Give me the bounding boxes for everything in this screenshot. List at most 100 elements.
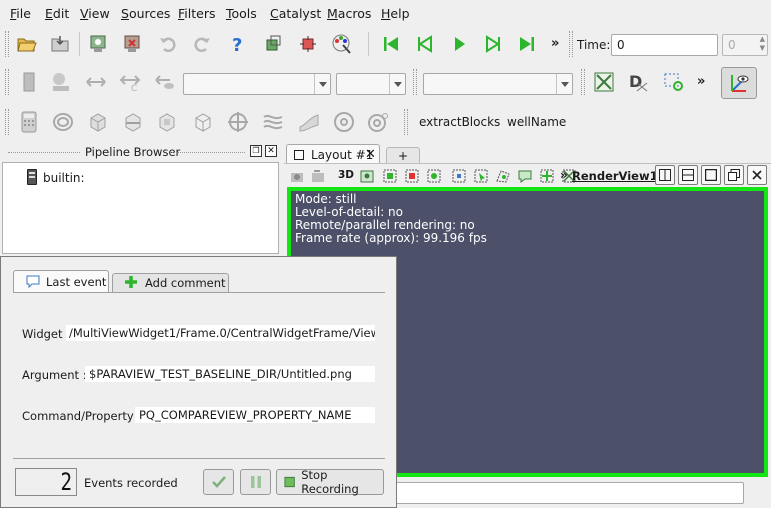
save-file-icon[interactable]: [50, 33, 72, 55]
reset-camera-icon[interactable]: [262, 33, 284, 55]
split-horizontal-icon[interactable]: [655, 165, 675, 185]
edit-color-map-icon[interactable]: [50, 71, 72, 93]
spin-up-icon[interactable]: ▲: [760, 35, 765, 43]
redo-icon[interactable]: [191, 33, 213, 55]
extract-subset-icon[interactable]: [192, 111, 214, 133]
spin-down-icon[interactable]: ▼: [760, 44, 765, 52]
play-icon[interactable]: [448, 33, 470, 55]
grow-selection-icon[interactable]: [516, 165, 534, 187]
stop-icon: [284, 476, 295, 488]
menu-view[interactable]: View: [80, 6, 110, 21]
capture-screenshot-icon[interactable]: [288, 165, 306, 187]
disconnect-icon[interactable]: [121, 33, 143, 55]
view-3d-toggle[interactable]: 3D: [338, 169, 354, 181]
menu-edit[interactable]: Edit: [45, 6, 69, 21]
view-toolbar-overflow[interactable]: »: [560, 168, 568, 182]
pause-button[interactable]: [240, 469, 271, 495]
toolbar-grip[interactable]: [581, 69, 585, 95]
menu-macros[interactable]: Macros: [327, 6, 371, 21]
toolbar-overflow-button[interactable]: »: [697, 74, 705, 89]
select-points-icon[interactable]: [297, 33, 319, 55]
toolbar-overflow-button[interactable]: »: [551, 36, 559, 51]
camera-link-icon[interactable]: [358, 165, 376, 187]
toolbar-grip[interactable]: [569, 31, 573, 57]
open-file-icon[interactable]: [16, 33, 38, 55]
first-frame-icon[interactable]: [380, 33, 402, 55]
contour-icon[interactable]: [52, 111, 74, 133]
tab-add-comment-label: Add comment: [145, 276, 226, 290]
split-vertical-icon[interactable]: [678, 165, 698, 185]
stream-tracer-icon[interactable]: [262, 111, 284, 133]
render-view-name[interactable]: RenderView1: [572, 169, 658, 183]
rescale-range-icon[interactable]: [85, 71, 107, 93]
close-view-icon[interactable]: [747, 165, 767, 185]
python-shell-input[interactable]: [395, 482, 744, 504]
macro-well-name[interactable]: wellName: [507, 115, 566, 129]
previous-frame-icon[interactable]: [414, 33, 436, 55]
float-dock-icon[interactable]: ❐: [250, 145, 262, 157]
layout-icon: [294, 150, 304, 160]
menu-help[interactable]: Help: [381, 6, 410, 21]
toolbar-grip[interactable]: [413, 69, 417, 95]
warp-by-vector-icon[interactable]: [298, 111, 320, 133]
toolbar-grip[interactable]: [404, 109, 408, 135]
menu-file[interactable]: File: [10, 6, 31, 21]
time-input[interactable]: 0: [611, 34, 718, 56]
extract-level-icon[interactable]: [367, 111, 389, 133]
macro-extract-blocks[interactable]: extractBlocks: [419, 115, 500, 129]
tab-add-comment[interactable]: Add comment: [112, 273, 229, 292]
select-polygon-icon[interactable]: [494, 165, 512, 187]
group-datasets-icon[interactable]: [333, 111, 355, 133]
maximize-view-icon[interactable]: [701, 165, 721, 185]
menu-filters[interactable]: Filters: [178, 6, 215, 21]
menu-catalyst[interactable]: Catalyst: [270, 6, 321, 21]
dock-title-grip: [170, 152, 245, 153]
zoom-box-icon[interactable]: [663, 71, 685, 93]
orientation-axes-icon: [731, 75, 749, 92]
help-icon[interactable]: ?: [227, 33, 249, 55]
pipeline-browser-tree[interactable]: builtin:: [2, 162, 279, 254]
undo-camera-icon[interactable]: [309, 165, 327, 187]
toggle-visibility-icon[interactable]: [18, 71, 40, 93]
zoom-to-data-icon[interactable]: [593, 71, 615, 93]
rescale-custom-range-icon[interactable]: C: [119, 71, 141, 93]
slice-icon[interactable]: [122, 111, 144, 133]
threshold-icon[interactable]: [156, 111, 178, 133]
plus-icon: [125, 276, 137, 288]
select-block-icon[interactable]: [450, 165, 468, 187]
connect-icon[interactable]: [87, 33, 109, 55]
zoom-closest-icon[interactable]: D: [627, 71, 649, 93]
toolbar-grip[interactable]: [5, 109, 9, 135]
pipeline-root-item[interactable]: builtin:: [43, 171, 85, 185]
toolbar-grip[interactable]: [5, 69, 9, 95]
last-frame-icon[interactable]: [516, 33, 538, 55]
color-component-combo[interactable]: [336, 73, 406, 95]
close-tab-icon[interactable]: ✕: [365, 147, 376, 162]
menu-sources[interactable]: Sources: [121, 6, 170, 21]
close-dock-icon[interactable]: ✕: [265, 145, 277, 157]
color-palette-icon[interactable]: [331, 33, 353, 55]
shrink-selection-icon[interactable]: [538, 165, 556, 187]
select-points-on-icon[interactable]: [403, 165, 421, 187]
check-icon: [211, 476, 226, 488]
timestep-spinbox[interactable]: 0 ▲ ▼: [722, 34, 768, 56]
interactive-select-icon[interactable]: [472, 165, 490, 187]
toolbar-grip[interactable]: [5, 31, 9, 57]
stop-recording-button[interactable]: Stop Recording: [276, 468, 384, 496]
check-button[interactable]: [203, 469, 234, 495]
menu-tools[interactable]: Tools: [226, 6, 257, 21]
undo-icon[interactable]: [157, 33, 179, 55]
tab-last-event[interactable]: Last event: [13, 270, 109, 292]
restore-view-icon[interactable]: [724, 165, 744, 185]
glyph-icon[interactable]: [227, 111, 249, 133]
color-by-combo[interactable]: [183, 73, 331, 95]
select-cells-through-icon[interactable]: [425, 165, 443, 187]
menu-bar: File Edit View Sources Filters Tools Cat…: [0, 0, 771, 26]
next-frame-icon[interactable]: [482, 33, 504, 55]
rescale-visible-range-icon[interactable]: [154, 71, 176, 93]
clip-icon[interactable]: [87, 111, 109, 133]
calculator-icon[interactable]: [18, 111, 40, 133]
representation-combo[interactable]: [423, 73, 573, 95]
interaction-mode-button[interactable]: [721, 67, 757, 99]
select-cells-on-icon[interactable]: [381, 165, 399, 187]
